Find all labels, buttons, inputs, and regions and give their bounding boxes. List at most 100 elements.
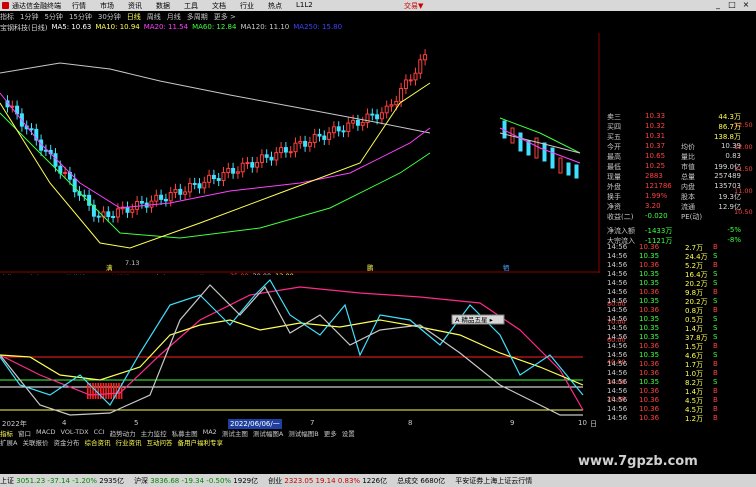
tab[interactable]: 更多 — [324, 428, 337, 438]
menu-item[interactable]: 市场 — [100, 1, 114, 11]
signal-bar — [115, 383, 118, 399]
candle — [207, 174, 212, 183]
candle — [322, 135, 327, 140]
tab-indicator[interactable]: 指标 — [0, 428, 13, 438]
candle — [255, 161, 260, 168]
candle — [331, 126, 336, 134]
candle — [413, 72, 418, 81]
candle — [351, 119, 356, 124]
trade-time: 14:56 — [607, 333, 628, 341]
period-item[interactable]: 15分钟 — [69, 12, 92, 22]
quote-value: 10.37 — [645, 142, 666, 150]
tab[interactable]: 测试主图 — [222, 428, 248, 438]
ma250-label: MA250: 15.80 — [293, 23, 343, 31]
index-shanghai[interactable]: 上证 3051.23 -37.14 -1.20% 2935亿 — [0, 476, 124, 486]
menu-item[interactable]: 行业 — [240, 1, 254, 11]
minimize-icon[interactable]: _ — [711, 0, 725, 9]
tab[interactable]: 扩展A — [0, 437, 17, 447]
quote-label: 最高 — [607, 153, 621, 161]
kline-chart[interactable]: 7.13 满 鹏 牺 — [0, 33, 600, 273]
quote-label: 内盘 — [681, 183, 695, 191]
quote-value: 12.9亿 — [718, 203, 741, 211]
low-price-label: 7.13 — [125, 259, 139, 267]
date-label: 4 — [62, 419, 67, 427]
indicator-tabs: 指标 窗口 MACD VOL-TDX CCI 趋势动力 主力监控 私募主图 MA… — [0, 428, 600, 438]
menu-item[interactable]: L1L2 — [296, 1, 313, 11]
tab[interactable]: 测试幅图A — [253, 428, 283, 438]
tab[interactable]: 行业资讯 — [115, 437, 141, 447]
tab[interactable]: 测试幅图B — [288, 428, 318, 438]
quote-value: -0.020 — [645, 212, 668, 220]
tab[interactable]: 综合资讯 — [84, 437, 110, 447]
trade-price: 10.36 — [639, 396, 660, 404]
candle — [355, 119, 360, 126]
candle — [518, 132, 523, 152]
period-item[interactable]: 周线 — [147, 12, 161, 22]
tab[interactable]: CCI — [94, 428, 105, 437]
trade-time: 14:56 — [607, 369, 628, 377]
main-menu: 行情 市场 资讯 数据 工具 文档 行业 热点 L1L2 — [72, 1, 327, 11]
tab[interactable]: 资金分布 — [53, 437, 79, 447]
tab[interactable]: 关联报价 — [22, 437, 48, 447]
maximize-icon[interactable]: □ — [725, 0, 739, 9]
menu-item[interactable]: 工具 — [184, 1, 198, 11]
close-icon[interactable]: × — [739, 0, 753, 9]
candle — [183, 191, 188, 195]
candle — [216, 178, 221, 181]
tab[interactable]: VOL-TDX — [60, 428, 88, 437]
menu-item[interactable]: 数据 — [156, 1, 170, 11]
quote-label: PE(动) — [681, 213, 703, 221]
ma10-label: MA10: 10.94 — [95, 23, 140, 31]
candle — [226, 167, 231, 174]
quote-value: 121786 — [645, 182, 672, 190]
quote-label: 流通 — [681, 203, 695, 211]
candle — [379, 112, 384, 120]
menu-item[interactable]: 行情 — [72, 1, 86, 11]
quote-value: 10.31 — [645, 132, 666, 140]
period-item[interactable]: 1分钟 — [20, 12, 38, 22]
tab[interactable]: MA2 — [203, 428, 217, 437]
date-label: 8 — [408, 419, 413, 427]
menu-item[interactable]: 资讯 — [128, 1, 142, 11]
trade-price: 10.35 — [639, 270, 660, 278]
trade-price: 10.36 — [639, 360, 660, 368]
tab[interactable]: 互动问答 — [146, 437, 172, 447]
indicator-chart[interactable]: A 精品五星 ▸ — [0, 275, 600, 420]
tab[interactable]: 私募主图 — [172, 428, 198, 438]
trade-side: S — [713, 270, 718, 278]
tab[interactable]: 设置 — [342, 428, 355, 438]
period-item[interactable]: 月线 — [167, 12, 181, 22]
menu-item[interactable]: 热点 — [268, 1, 282, 11]
tab[interactable]: 备用户福利专享 — [177, 437, 223, 447]
period-item[interactable]: 指标 — [0, 12, 14, 22]
tab[interactable]: 趋势动力 — [110, 428, 136, 438]
candle — [566, 162, 571, 176]
broker-info: 平安证券上海上证云行情 — [455, 476, 533, 485]
index-hushen[interactable]: 沪深 3836.68 -19.34 -0.50% 1929亿 — [134, 476, 258, 486]
candle — [327, 132, 332, 140]
quote-value: 199.0亿 — [713, 163, 741, 171]
tab[interactable]: MACD — [36, 428, 55, 437]
trade-button[interactable]: 交易▼ — [404, 1, 423, 11]
tab[interactable]: 主力监控 — [141, 428, 167, 438]
candle — [423, 54, 428, 61]
candle — [187, 182, 192, 193]
period-item[interactable]: 多周期 — [187, 12, 208, 22]
period-item-daily[interactable]: 日线 — [127, 12, 141, 22]
candle — [360, 121, 365, 126]
trade-price: 10.35 — [639, 252, 660, 260]
trade-time: 14:56 — [607, 297, 628, 305]
tab[interactable]: 窗口 — [18, 428, 31, 438]
period-item[interactable]: 5分钟 — [44, 12, 62, 22]
quote-value: 10.39 — [720, 142, 741, 150]
period-item-more[interactable]: 更多 > — [214, 12, 236, 22]
index-chuangye[interactable]: 创业 2323.05 19.14 0.83% 1226亿 — [268, 476, 387, 486]
quote-label: 总量 — [681, 173, 695, 181]
ma20-label: MA20: 11.54 — [143, 23, 189, 31]
menu-item[interactable]: 文档 — [212, 1, 226, 11]
trade-time: 14:56 — [607, 405, 628, 413]
candle — [125, 206, 130, 213]
period-item[interactable]: 30分钟 — [98, 12, 121, 22]
candle — [168, 192, 173, 202]
candle — [542, 142, 547, 162]
